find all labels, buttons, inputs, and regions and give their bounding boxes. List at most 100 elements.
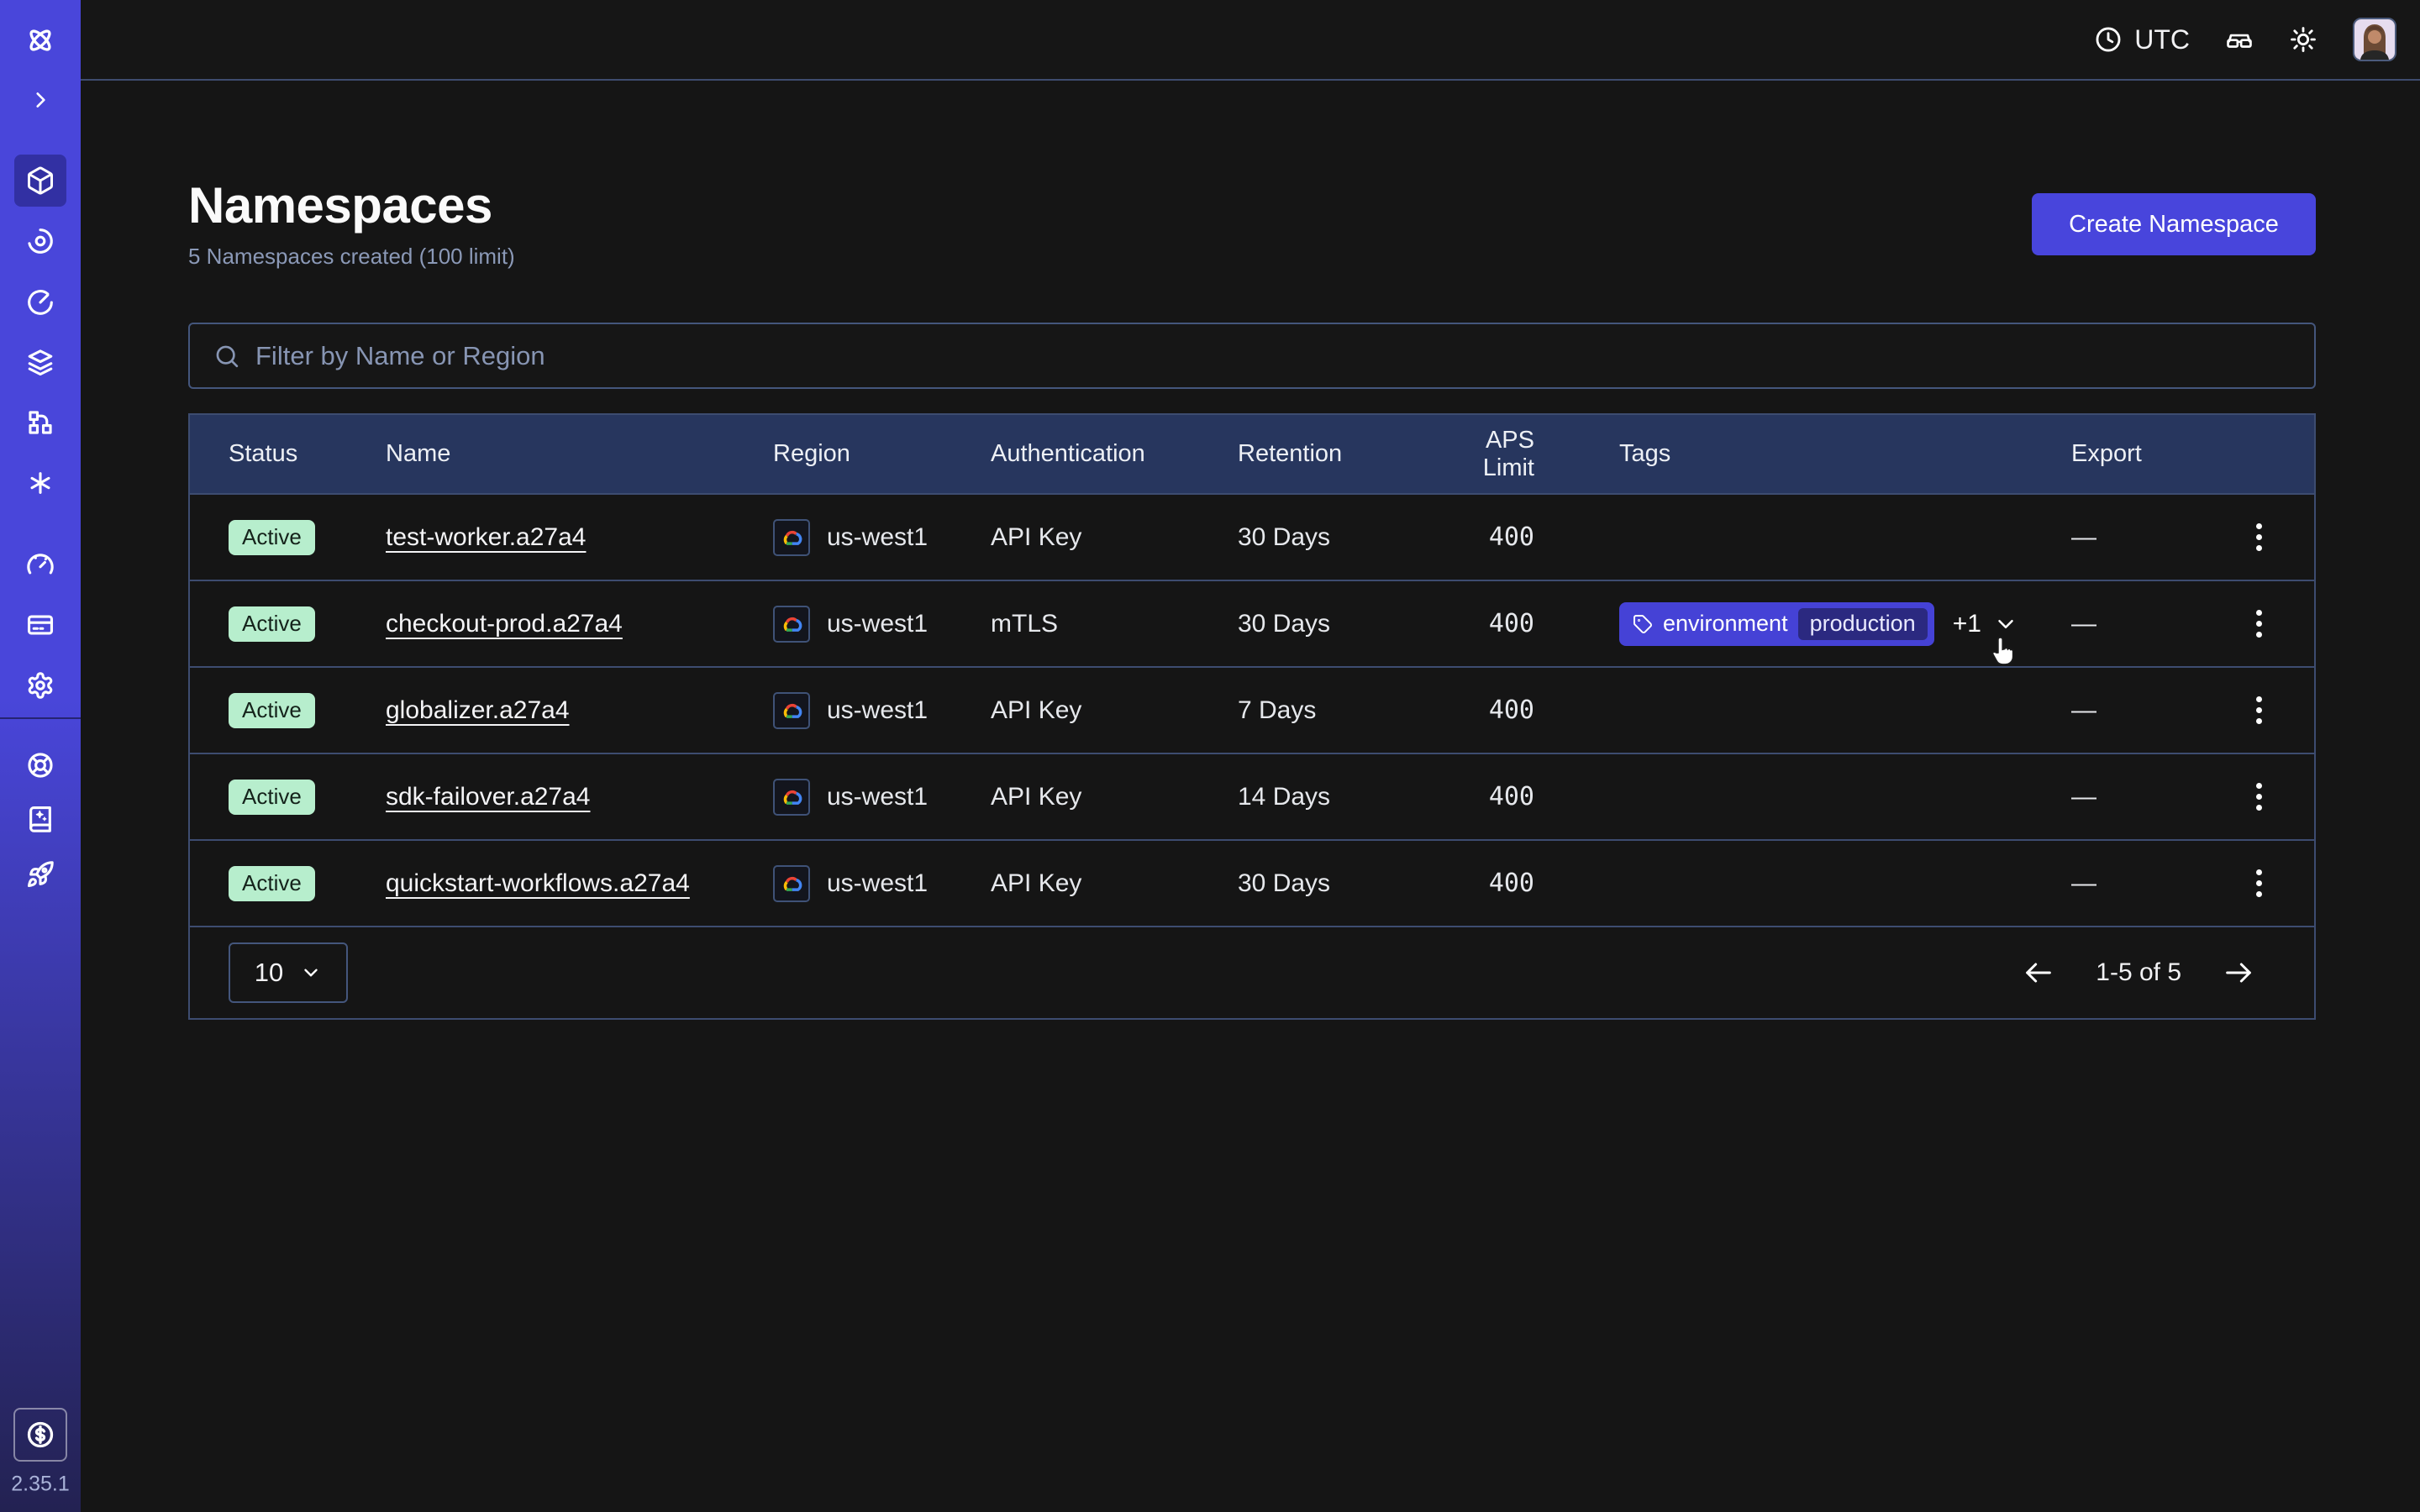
- sidebar-item-usage[interactable]: [26, 550, 55, 579]
- status-badge: Active: [229, 866, 315, 901]
- retention-value: 30 Days: [1238, 869, 1431, 898]
- namespace-link[interactable]: test-worker.a27a4: [386, 523, 586, 551]
- status-badge: Active: [229, 606, 315, 642]
- table-row: Active quickstart-workflows.a27a4 us-wes…: [190, 839, 2314, 926]
- search-icon: [213, 343, 240, 370]
- column-header-export: Export: [2071, 440, 2314, 468]
- sidebar-item-docs[interactable]: [26, 805, 55, 833]
- sun-icon: [2289, 25, 2317, 54]
- status-badge: Active: [229, 693, 315, 728]
- table-header-row: Status Name Region Authentication Retent…: [190, 415, 2314, 493]
- table-row: Active checkout-prod.a27a4 us-west1 mTLS…: [190, 580, 2314, 666]
- auth-method: API Key: [991, 696, 1238, 725]
- tags-expand-button[interactable]: [1993, 612, 2018, 637]
- chevron-down-icon: [300, 962, 322, 984]
- export-value: —: [2071, 869, 2096, 898]
- column-header-status: Status: [229, 440, 386, 468]
- pagination-range: 1-5 of 5: [2096, 958, 2181, 987]
- topbar: UTC: [81, 0, 2420, 81]
- auth-method: API Key: [991, 523, 1238, 552]
- namespace-link[interactable]: sdk-failover.a27a4: [386, 783, 591, 811]
- sidebar-item-billing[interactable]: [26, 611, 55, 639]
- dollar-badge-icon: [25, 1420, 55, 1450]
- page-size-value: 10: [255, 958, 283, 988]
- namespace-link[interactable]: checkout-prod.a27a4: [386, 610, 623, 638]
- aps-limit-value: 400: [1431, 609, 1534, 638]
- export-value: —: [2071, 783, 2096, 811]
- table-footer: 10 1-5 of 5: [190, 926, 2314, 1018]
- region-label: us-west1: [827, 696, 928, 725]
- sidebar-item-pipelines[interactable]: [26, 408, 55, 437]
- aps-limit-value: 400: [1431, 522, 1534, 552]
- retention-value: 7 Days: [1238, 696, 1431, 725]
- sidebar-item-getting-started[interactable]: [26, 860, 55, 889]
- sidebar-item-namespaces[interactable]: [14, 155, 66, 207]
- row-menu-button[interactable]: [2253, 866, 2265, 900]
- tag-chip[interactable]: environment production: [1619, 602, 1934, 646]
- timezone-label: UTC: [2134, 24, 2190, 55]
- column-header-tags: Tags: [1619, 440, 2071, 468]
- sidebar-item-nexus[interactable]: [26, 469, 55, 497]
- arrow-left-icon: [2022, 956, 2055, 990]
- sidebar-item-support[interactable]: [26, 751, 55, 780]
- plan-usage-button[interactable]: [13, 1408, 67, 1462]
- previous-page-button[interactable]: [2022, 956, 2055, 990]
- table-row: Active globalizer.a27a4 us-west1 API Key…: [190, 666, 2314, 753]
- aps-limit-value: 400: [1431, 696, 1534, 725]
- row-menu-button[interactable]: [2253, 606, 2265, 641]
- gcp-region-icon: [773, 606, 810, 643]
- column-header-aps-limit: APS Limit: [1431, 427, 1534, 482]
- next-page-button[interactable]: [2222, 956, 2255, 990]
- gcp-region-icon: [773, 779, 810, 816]
- labs-toggle-button[interactable]: [2225, 25, 2254, 54]
- page-size-select[interactable]: 10: [229, 942, 348, 1003]
- page-title: Namespaces: [188, 176, 515, 235]
- row-menu-button[interactable]: [2253, 520, 2265, 554]
- tag-value: production: [1798, 608, 1928, 640]
- filter-input[interactable]: [255, 341, 2291, 371]
- temporal-logo[interactable]: [24, 24, 57, 57]
- sidebar-item-settings[interactable]: [26, 671, 55, 700]
- table-row: Active sdk-failover.a27a4 us-west1 API K…: [190, 753, 2314, 839]
- sidebar: 2.35.1: [0, 0, 81, 1512]
- region-label: us-west1: [827, 610, 928, 638]
- status-badge: Active: [229, 520, 315, 555]
- page-header: Namespaces 5 Namespaces created (100 lim…: [188, 176, 2316, 270]
- retention-value: 30 Days: [1238, 523, 1431, 552]
- create-namespace-button[interactable]: Create Namespace: [2032, 193, 2316, 255]
- gcp-region-icon: [773, 519, 810, 556]
- column-header-region: Region: [773, 440, 991, 468]
- clock-icon: [2094, 25, 2123, 54]
- timezone-selector[interactable]: UTC: [2094, 24, 2190, 55]
- status-badge: Active: [229, 780, 315, 815]
- region-label: us-west1: [827, 783, 928, 811]
- row-menu-button[interactable]: [2253, 693, 2265, 727]
- namespace-count: 5 Namespaces created (100 limit): [188, 244, 515, 270]
- aps-limit-value: 400: [1431, 869, 1534, 898]
- sidebar-expand-chevron-icon[interactable]: [29, 89, 51, 111]
- namespace-link[interactable]: quickstart-workflows.a27a4: [386, 869, 690, 897]
- theme-toggle-button[interactable]: [2289, 25, 2317, 54]
- row-menu-button[interactable]: [2253, 780, 2265, 814]
- sidebar-item-deployments[interactable]: [26, 349, 55, 377]
- retention-value: 30 Days: [1238, 610, 1431, 638]
- column-header-authentication: Authentication: [991, 440, 1238, 468]
- gcp-region-icon: [773, 865, 810, 902]
- sidebar-item-schedules[interactable]: [26, 288, 55, 317]
- gcp-region-icon: [773, 692, 810, 729]
- column-header-name: Name: [386, 440, 773, 468]
- retention-value: 14 Days: [1238, 783, 1431, 811]
- tags-more-count: +1: [1953, 610, 1981, 638]
- app-version: 2.35.1: [11, 1473, 70, 1497]
- user-avatar[interactable]: [2353, 18, 2396, 61]
- sidebar-item-workflows[interactable]: [26, 227, 55, 255]
- region-label: us-west1: [827, 869, 928, 898]
- filter-bar: [188, 323, 2316, 389]
- table-row: Active test-worker.a27a4 us-west1 API Ke…: [190, 493, 2314, 580]
- export-value: —: [2071, 523, 2096, 552]
- namespace-link[interactable]: globalizer.a27a4: [386, 696, 570, 724]
- sidebar-divider: [0, 717, 81, 719]
- auth-method: API Key: [991, 869, 1238, 898]
- export-value: —: [2071, 610, 2096, 638]
- auth-method: API Key: [991, 783, 1238, 811]
